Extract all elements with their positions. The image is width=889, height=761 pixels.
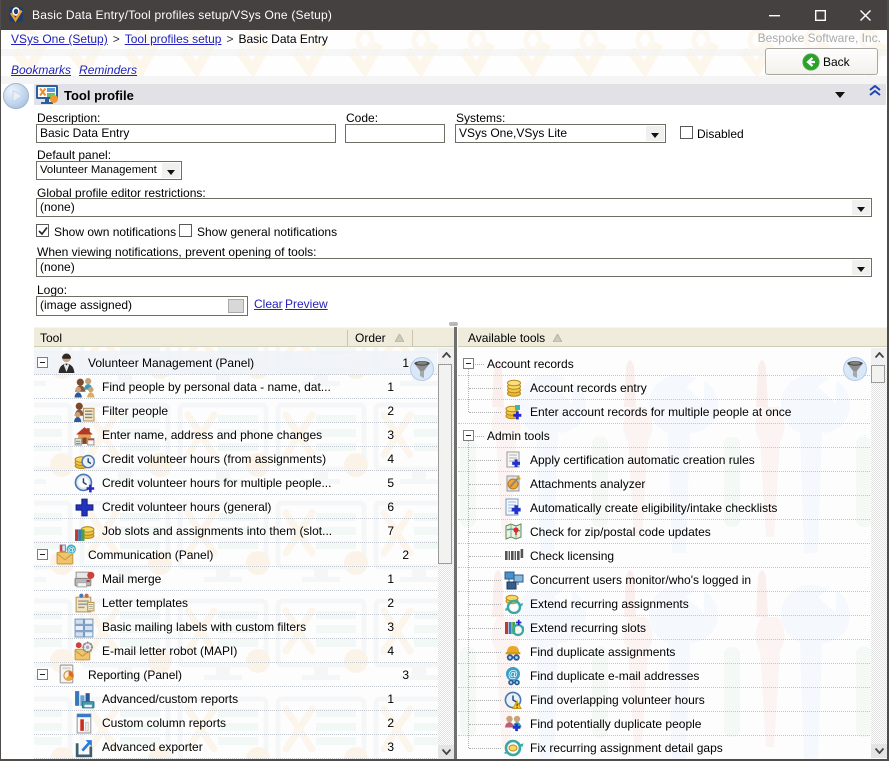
svg-text:@: @: [508, 670, 518, 681]
svg-text:@: @: [67, 545, 75, 554]
